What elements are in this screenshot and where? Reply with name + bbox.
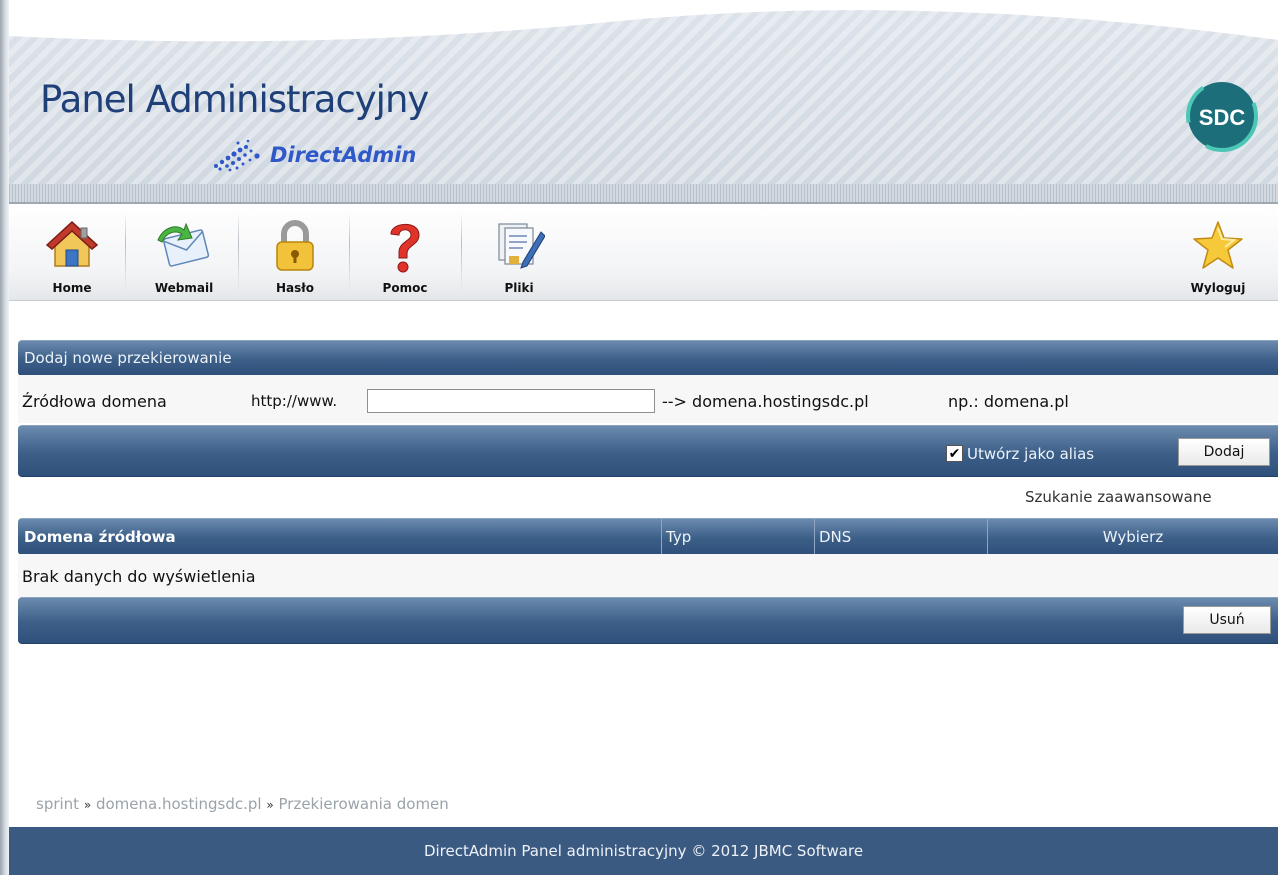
star-icon xyxy=(1193,221,1243,269)
files-icon xyxy=(498,223,545,269)
column-header-dns[interactable]: DNS xyxy=(815,519,988,554)
example-hint: np.: domena.pl xyxy=(948,392,1069,411)
main-toolbar: Home Webmail Hasło Pomoc Pliki Wyloguj xyxy=(9,204,1278,301)
sdc-logo-text: SDC xyxy=(1199,105,1246,130)
toolbar-files[interactable]: Pliki xyxy=(479,204,559,300)
footer-copyright: DirectAdmin Panel administracyjny © 2012… xyxy=(423,842,864,860)
toolbar-logout-label: Wyloguj xyxy=(1190,281,1246,295)
section-title: Dodaj nowe przekierowanie xyxy=(24,349,232,367)
section-header-add-redirect: Dodaj nowe przekierowanie xyxy=(18,340,1278,376)
table-action-bar: Usuń xyxy=(18,597,1278,644)
banner-stripe xyxy=(9,184,1278,204)
toolbar-home-label: Home xyxy=(52,281,92,295)
banner-wave xyxy=(9,0,1278,42)
question-mark-icon xyxy=(390,223,420,273)
target-domain-text: --> domena.hostingsdc.pl xyxy=(662,392,869,411)
redirect-form-row: Źródłowa domena http://www. --> domena.h… xyxy=(18,375,1278,423)
toolbar-separator xyxy=(461,212,462,292)
toolbar-help-label: Pomoc xyxy=(382,281,428,295)
toolbar-files-label: Pliki xyxy=(504,281,534,295)
table-empty-row: Brak danych do wyświetlenia xyxy=(18,554,1278,597)
toolbar-separator xyxy=(125,212,126,292)
directadmin-wordmark: DirectAdmin xyxy=(270,143,417,167)
left-edge-bar xyxy=(0,0,9,875)
delete-button[interactable]: Usuń xyxy=(1183,606,1271,634)
breadcrumb-item-domain[interactable]: domena.hostingsdc.pl xyxy=(96,795,262,813)
toolbar-password-label: Hasło xyxy=(276,281,314,295)
add-button[interactable]: Dodaj xyxy=(1178,438,1270,466)
source-domain-label: Źródłowa domena xyxy=(22,392,167,411)
column-header-type[interactable]: Typ xyxy=(662,519,815,554)
table-header: Domena źródłowa Typ DNS Wybierz xyxy=(18,518,1278,555)
advanced-search-link[interactable]: Szukanie zaawansowane xyxy=(1025,488,1212,506)
alias-checkbox[interactable]: ✔ xyxy=(946,445,963,462)
source-domain-input[interactable] xyxy=(367,389,655,413)
padlock-icon xyxy=(276,220,314,271)
house-icon xyxy=(45,220,99,267)
alias-checkbox-label: Utwórz jako alias xyxy=(967,445,1095,463)
toolbar-webmail-label: Webmail xyxy=(154,281,214,295)
sdc-logo: SDC xyxy=(1186,80,1258,152)
envelope-icon xyxy=(157,222,210,267)
toolbar-logout[interactable]: Wyloguj xyxy=(1173,204,1263,300)
toolbar-help[interactable]: Pomoc xyxy=(365,204,445,300)
app-subtitle: DirectAdmin xyxy=(208,138,416,172)
breadcrumb-separator: » xyxy=(266,798,274,812)
toolbar-home[interactable]: Home xyxy=(31,204,113,300)
footer: DirectAdmin Panel administracyjny © 2012… xyxy=(9,827,1278,875)
empty-table-message: Brak danych do wyświetlenia xyxy=(22,567,256,586)
toolbar-separator xyxy=(349,212,350,292)
toolbar-password[interactable]: Hasło xyxy=(255,204,335,300)
column-header-select[interactable]: Wybierz xyxy=(988,519,1278,554)
url-prefix: http://www. xyxy=(251,392,338,410)
toolbar-webmail[interactable]: Webmail xyxy=(139,204,229,300)
breadcrumb-separator: » xyxy=(83,798,92,812)
app-title: Panel Administracyjny xyxy=(40,78,429,121)
add-redirect-action-bar: ✔ Utwórz jako alias Dodaj xyxy=(18,425,1278,477)
breadcrumb-item-user[interactable]: sprint xyxy=(36,795,79,813)
breadcrumb: sprint » domena.hostingsdc.pl » Przekier… xyxy=(36,795,449,813)
toolbar-separator xyxy=(238,212,239,292)
column-header-source-domain[interactable]: Domena źródłowa xyxy=(18,519,662,554)
breadcrumb-item-current: Przekierowania domen xyxy=(278,795,449,813)
directadmin-dots-icon xyxy=(214,139,260,172)
